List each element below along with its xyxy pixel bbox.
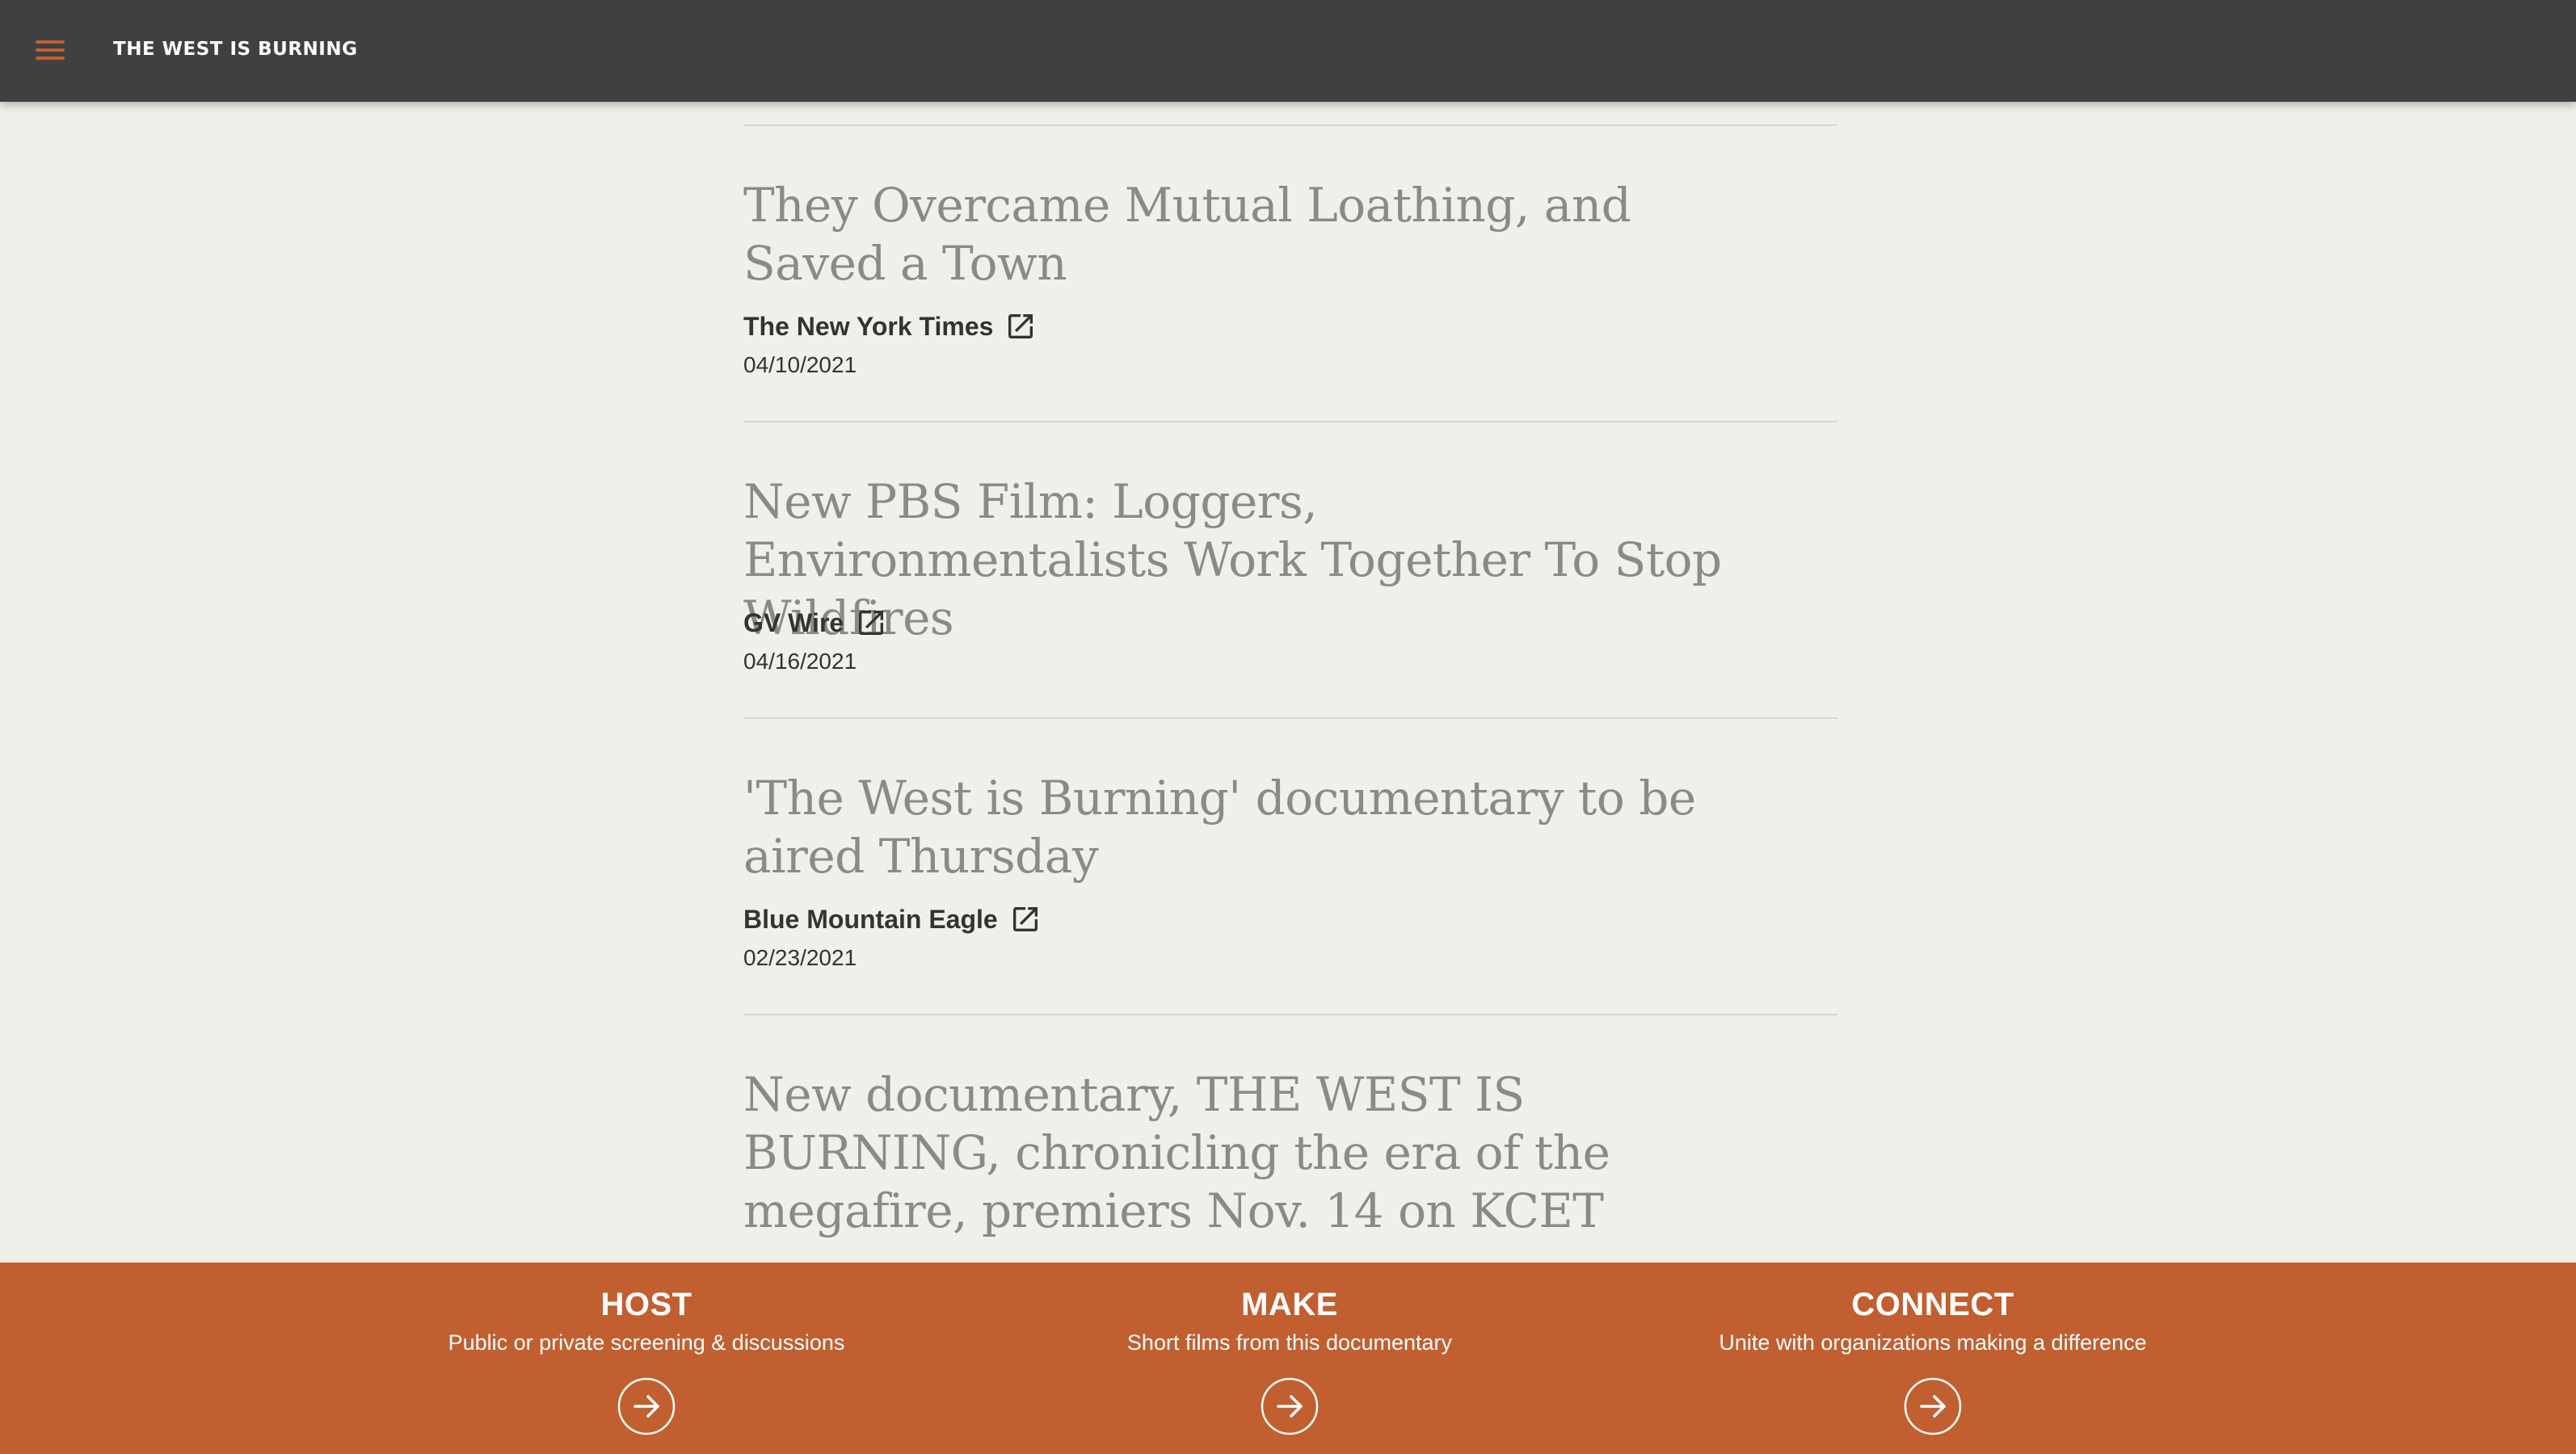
press-article-list: They Overcame Mutual Loathing, and Saved… xyxy=(743,124,1837,1310)
article-title[interactable]: New documentary, THE WEST IS BURNING, ch… xyxy=(743,1065,1753,1240)
arrow-right-circle-icon[interactable] xyxy=(1261,1377,1319,1435)
article-title[interactable]: New PBS Film: Loggers, Environmentalists… xyxy=(743,473,1753,647)
menu-line xyxy=(36,48,65,52)
site-logo-text[interactable]: THE WEST IS BURNING xyxy=(113,39,357,60)
article-item: New PBS Film: Loggers, Environmentalists… xyxy=(743,421,1837,717)
cta-title: CONNECT xyxy=(1851,1287,2014,1322)
article-item: 'The West is Burning' documentary to be … xyxy=(743,717,1837,1014)
article-source-name: The New York Times xyxy=(743,311,994,341)
top-navigation-bar: THE WEST IS BURNING xyxy=(0,0,2576,102)
external-link-icon xyxy=(1004,310,1037,342)
external-link-icon xyxy=(855,607,887,639)
cta-subtitle: Unite with organizations making a differ… xyxy=(1719,1330,2147,1355)
article-date: 04/10/2021 xyxy=(743,352,857,377)
article-source-link[interactable]: Blue Mountain Eagle xyxy=(743,903,1042,935)
article-source-name: GV Wire xyxy=(743,607,844,637)
menu-line xyxy=(36,57,65,60)
arrow-right-circle-icon[interactable] xyxy=(1904,1377,1962,1435)
article-title[interactable]: They Overcame Mutual Loathing, and Saved… xyxy=(743,176,1753,292)
cta-host[interactable]: HOST Public or private screening & discu… xyxy=(323,1263,970,1454)
article-title[interactable]: 'The West is Burning' documentary to be … xyxy=(743,769,1753,885)
article-source-link[interactable]: GV Wire xyxy=(743,607,887,639)
article-source-link[interactable]: The New York Times xyxy=(743,310,1037,342)
cta-subtitle: Short films from this documentary xyxy=(1126,1330,1453,1355)
article-source-name: Blue Mountain Eagle xyxy=(743,904,998,934)
cta-subtitle: Public or private screening & discussion… xyxy=(448,1330,845,1355)
article-date: 02/23/2021 xyxy=(743,945,857,970)
hamburger-menu-icon[interactable] xyxy=(32,36,71,65)
arrow-right-circle-icon[interactable] xyxy=(617,1377,676,1435)
article-date: 04/16/2021 xyxy=(743,649,857,674)
cta-make[interactable]: MAKE Short films from this documentary xyxy=(966,1263,1613,1454)
article-item: They Overcame Mutual Loathing, and Saved… xyxy=(743,124,1837,421)
external-link-icon xyxy=(1009,903,1042,935)
call-to-action-bar: HOST Public or private screening & discu… xyxy=(0,1263,2576,1454)
cta-title: MAKE xyxy=(1241,1287,1338,1322)
cta-connect[interactable]: CONNECT Unite with organizations making … xyxy=(1610,1263,2256,1454)
menu-line xyxy=(36,40,65,44)
cta-title: HOST xyxy=(600,1287,692,1322)
